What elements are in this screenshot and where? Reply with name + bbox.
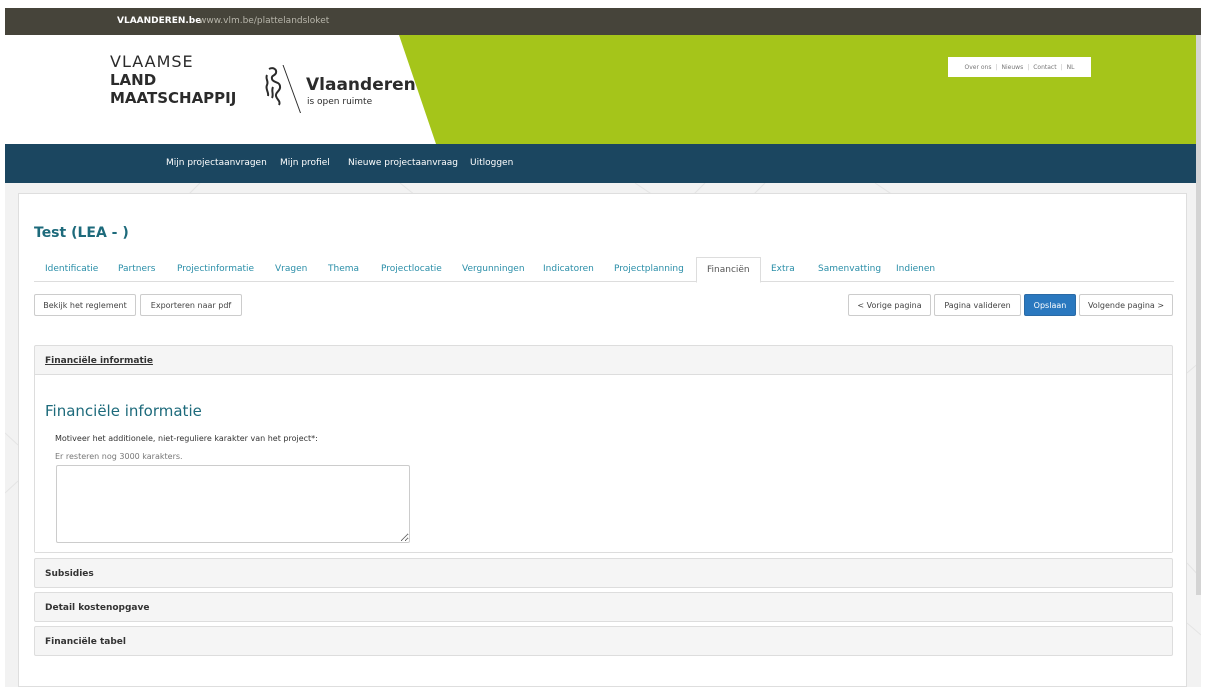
validate-page-button[interactable]: Pagina valideren [934,294,1021,316]
page-title: Test (LEA - ) [34,225,129,241]
tab-partners[interactable]: Partners [118,264,155,274]
top-bar: VLAANDEREN.be www.vlm.be/plattelandsloke… [5,8,1201,35]
tab-thema[interactable]: Thema [328,264,359,274]
nav-mijn-profiel[interactable]: Mijn profiel [280,158,330,168]
vlaanderen-name: Vlaanderen [306,75,416,95]
panel-subsidies[interactable]: Subsidies [34,558,1173,588]
utility-separator: | [1027,63,1030,71]
vlaanderen-tagline: is open ruimte [307,97,373,107]
logo-line-2: LAND [110,71,157,89]
content-card: Test (LEA - ) Identificatie Partners Pro… [18,193,1187,687]
nav-nieuwe-projectaanvraag[interactable]: Nieuwe projectaanvraag [348,158,458,168]
motivation-textarea[interactable] [56,465,410,543]
regulation-button[interactable]: Bekijk het reglement [34,294,136,316]
panel-financial-info: Financiële informatie Financiële informa… [34,345,1173,553]
panel-subsidies-header: Subsidies [45,569,94,579]
character-counter: Er resteren nog 3000 karakters. [55,452,183,461]
utility-link-contact[interactable]: Contact [1033,64,1056,71]
tab-projectinformatie[interactable]: Projectinformatie [177,264,254,274]
utility-separator: | [995,63,998,71]
language-switch[interactable]: NL [1067,64,1075,71]
vlm-logo[interactable]: VLAAMSE LAND MAATSCHAPPIJ [110,52,237,108]
next-page-button[interactable]: Volgende pagina > [1079,294,1173,316]
panel-cost-detail[interactable]: Detail kostenopgave [34,592,1173,622]
browser-viewport: VLAANDEREN.be www.vlm.be/plattelandsloke… [5,8,1201,687]
save-button[interactable]: Opslaan [1024,294,1076,316]
panel-cost-detail-header: Detail kostenopgave [45,603,150,613]
panel-financial-table-header: Financiële tabel [45,637,126,647]
tab-identificatie[interactable]: Identificatie [45,264,98,274]
tab-vragen[interactable]: Vragen [275,264,307,274]
panel-financial-info-body: Financiële informatie Motiveer het addit… [35,374,1172,552]
nav-mijn-projectaanvragen[interactable]: Mijn projectaanvragen [166,158,267,168]
tab-projectlocatie[interactable]: Projectlocatie [381,264,442,274]
question-label: Motiveer het additionele, niet-reguliere… [55,434,318,443]
logo-line-1: VLAAMSE [110,52,194,71]
panel-financial-info-header[interactable]: Financiële informatie [35,346,1172,374]
utility-nav: Over ons | Nieuws | Contact | NL [948,57,1091,77]
export-pdf-button[interactable]: Exporteren naar pdf [140,294,242,316]
tab-projectplanning[interactable]: Projectplanning [614,264,684,274]
section-title: Financiële informatie [45,402,202,420]
panel-financial-table[interactable]: Financiële tabel [34,626,1173,656]
previous-page-button[interactable]: < Vorige pagina [848,294,931,316]
scrollbar-thumb[interactable] [1196,35,1201,595]
page-scrollbar[interactable] [1196,35,1201,595]
utility-separator: | [1060,63,1063,71]
tab-vergunningen[interactable]: Vergunningen [462,264,525,274]
tab-indicatoren[interactable]: Indicatoren [543,264,594,274]
utility-link-nieuws[interactable]: Nieuws [1002,64,1024,71]
tab-samenvatting[interactable]: Samenvatting [818,264,881,274]
site-url-link[interactable]: www.vlm.be/plattelandsloket [199,16,329,26]
nav-uitloggen[interactable]: Uitloggen [470,158,513,168]
panel-financial-info-heading: Financiële informatie [45,356,153,366]
main-nav: Mijn projectaanvragen Mijn profiel Nieuw… [5,144,1201,183]
utility-link-over-ons[interactable]: Over ons [965,64,992,71]
vlaanderen-link[interactable]: VLAANDEREN.be [117,16,201,26]
logo-line-3: MAATSCHAPPIJ [110,89,237,107]
tab-bar: Identificatie Partners Projectinformatie… [34,257,1174,283]
tab-extra[interactable]: Extra [771,264,795,274]
tab-financien[interactable]: Financiën [696,257,761,283]
site-header: VLAAMSE LAND MAATSCHAPPIJ Vlaanderen is … [5,35,1201,144]
tab-indienen[interactable]: Indienen [896,264,935,274]
